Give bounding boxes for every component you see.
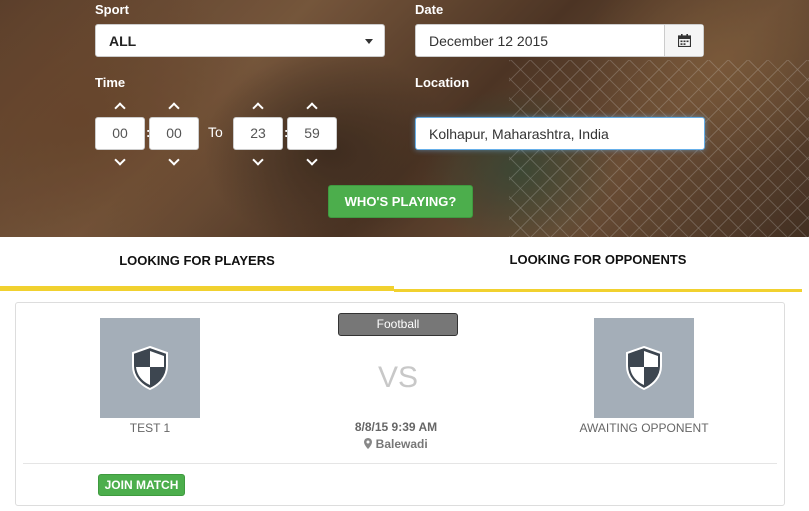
sport-badge: Football — [338, 313, 458, 336]
date-field[interactable]: December 12 2015 — [415, 24, 704, 57]
away-team-crest — [594, 318, 694, 418]
shield-icon — [626, 346, 662, 390]
calendar-icon — [677, 34, 691, 47]
calendar-button[interactable] — [664, 25, 703, 56]
tab-looking-for-opponents[interactable]: LOOKING FOR OPPONENTS — [394, 237, 802, 292]
home-team-name: TEST 1 — [129, 421, 171, 435]
match-card: Football TEST 1 VS AWAITING OPPONENT 8/8… — [15, 302, 785, 506]
location-input[interactable]: Kolhapur, Maharashtra, India — [415, 117, 705, 150]
time-from-minute-input[interactable]: 00 — [149, 117, 199, 150]
time-from-hour-input[interactable]: 00 — [95, 117, 145, 150]
date-label: Date — [415, 2, 444, 17]
whos-playing-button[interactable]: WHO'S PLAYING? — [328, 185, 473, 218]
shield-icon — [132, 346, 168, 390]
sport-select-value: ALL — [109, 33, 137, 49]
time-to-minute-input[interactable]: 59 — [287, 117, 337, 150]
time-label: Time — [95, 75, 126, 90]
away-team-name: AWAITING OPPONENT — [579, 421, 709, 435]
location-label: Location — [415, 75, 470, 90]
time-to-hour-input[interactable]: 23 — [233, 117, 283, 150]
date-value: December 12 2015 — [429, 33, 549, 49]
versus-label: VS — [377, 361, 419, 394]
time-to-label: To — [208, 124, 223, 140]
sport-label: Sport — [95, 2, 129, 17]
sport-select[interactable]: ALL — [95, 24, 385, 57]
card-divider — [23, 463, 777, 464]
match-datetime: 8/8/15 9:39 AM — [354, 420, 438, 434]
caret-down-icon — [365, 39, 373, 44]
map-marker-icon — [364, 438, 373, 449]
venue-name: Balewadi — [375, 437, 428, 451]
match-venue: Balewadi — [321, 437, 471, 451]
home-team-crest — [100, 318, 200, 418]
tab-looking-for-players[interactable]: LOOKING FOR PLAYERS — [0, 237, 394, 291]
join-match-button[interactable]: JOIN MATCH — [98, 474, 185, 496]
